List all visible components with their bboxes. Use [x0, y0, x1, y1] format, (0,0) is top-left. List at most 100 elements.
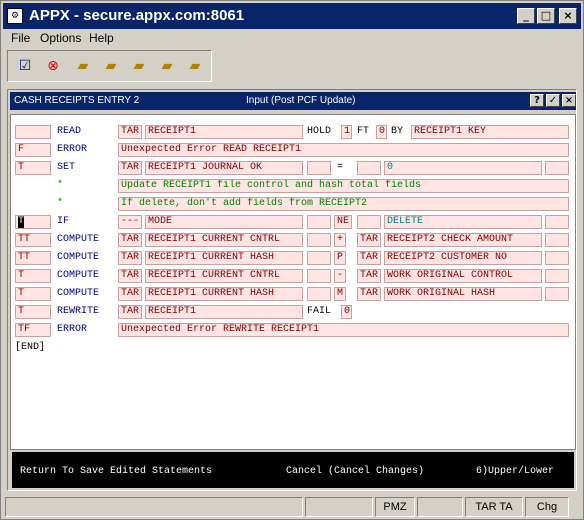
folder-up-icon[interactable]: ▰ [100, 56, 122, 76]
app-window: ⚙ APPX - secure.appx.com:8061 _ □ × File… [0, 0, 584, 520]
fail-field[interactable]: 0 [341, 305, 352, 319]
close-button[interactable]: × [559, 8, 577, 24]
occurrence-field[interactable] [307, 269, 331, 283]
field2-name[interactable]: WORK ORIGINAL HASH [384, 287, 542, 301]
field-name[interactable]: RECEIPT1 CURRENT HASH [145, 287, 303, 301]
menu-help[interactable]: Help [89, 31, 114, 45]
appl-field[interactable]: TAR [118, 287, 142, 301]
field-name[interactable]: RECEIPT1 CURRENT CNTRL [145, 233, 303, 247]
by-label: BY [391, 126, 404, 137]
field-name[interactable]: RECEIPT1 JOURNAL OK [145, 161, 303, 175]
comment-marker: * [57, 180, 64, 191]
check-icon[interactable]: ☑ [14, 56, 36, 76]
hold-label: HOLD [307, 126, 332, 137]
appl-field[interactable]: TAR [118, 125, 142, 139]
folder-new-icon[interactable]: ▰ [72, 56, 94, 76]
occurrence2-field[interactable] [545, 287, 569, 301]
appl-field[interactable]: TAR [118, 251, 142, 265]
upper-lower-hint[interactable]: 6)Upper/Lower [476, 466, 554, 477]
ft-label: FT [357, 126, 370, 137]
minimize-button[interactable]: _ [517, 8, 535, 24]
panel-close-button[interactable]: × [562, 94, 576, 107]
flag-field[interactable]: T [15, 287, 51, 301]
menu-file[interactable]: File [11, 31, 30, 45]
folder-open-icon[interactable]: ▰ [156, 56, 178, 76]
flag-field[interactable]: T [15, 161, 51, 175]
status-bar: PMZ TAR TA Chg [3, 497, 581, 517]
appl-field[interactable]: TAR [118, 233, 142, 247]
cancel-icon[interactable]: ⊗ [42, 56, 64, 76]
operator-field[interactable]: NE [334, 215, 352, 229]
appl2-field[interactable]: TAR [357, 287, 381, 301]
statement-keyword: ERROR [57, 324, 88, 335]
occurrence2-field[interactable] [545, 215, 569, 229]
operator-field[interactable]: P [334, 251, 346, 265]
folder-search-icon[interactable]: ▰ [128, 56, 150, 76]
appl-field[interactable]: TAR [118, 269, 142, 283]
fail-label: FAIL [307, 306, 332, 317]
field2-name[interactable]: RECEIPT2 CHECK AMOUNT [384, 233, 542, 247]
status-pmz: PMZ [375, 497, 415, 517]
flag-field[interactable]: TF [15, 323, 51, 337]
appl-field[interactable]: --- [118, 215, 142, 229]
occurrence2-field[interactable] [545, 161, 569, 175]
operator-field[interactable]: M [334, 287, 346, 301]
occurrence-field[interactable] [307, 251, 331, 265]
occurrence-field[interactable] [307, 287, 331, 301]
statement-keyword: REWRITE [57, 306, 100, 317]
field2-name[interactable]: WORK ORIGINAL CONTROL [384, 269, 542, 283]
field-name[interactable]: RECEIPT1 CURRENT CNTRL [145, 269, 303, 283]
value-field[interactable]: DELETE [384, 215, 542, 229]
ok-button[interactable]: ✓ [546, 94, 560, 107]
occurrence2-field[interactable] [545, 251, 569, 265]
function-key-bar: Return To Save Edited Statements Cancel … [12, 452, 574, 488]
statement-keyword: ERROR [57, 144, 88, 155]
menu-options[interactable]: Options [40, 31, 81, 45]
occurrence-field[interactable] [307, 233, 331, 247]
field-name[interactable]: RECEIPT1 [145, 125, 303, 139]
field-name[interactable]: RECEIPT1 [145, 305, 303, 319]
occurrence-field[interactable] [307, 215, 331, 229]
folder-delete-icon[interactable]: ▰ [184, 56, 206, 76]
statement-keyword: COMPUTE [57, 288, 100, 299]
field-name[interactable]: RECEIPT1 CURRENT HASH [145, 251, 303, 265]
comment-marker: * [57, 198, 64, 209]
appx-icon: ⚙ [7, 8, 23, 24]
hold-field[interactable]: 1 [341, 125, 352, 139]
flag-field[interactable] [15, 125, 51, 139]
field2-name[interactable]: RECEIPT2 CUSTOMER NO [384, 251, 542, 265]
appl2-field[interactable] [357, 161, 381, 175]
flag-field[interactable]: F [15, 143, 51, 157]
text-cursor: T [18, 216, 25, 228]
appl2-field[interactable]: TAR [357, 251, 381, 265]
occurrence-field[interactable] [307, 161, 331, 175]
flag-field[interactable]: TT [15, 233, 51, 247]
appl2-field[interactable]: TAR [357, 269, 381, 283]
maximize-button[interactable]: □ [537, 8, 555, 24]
appl-field[interactable]: TAR [118, 305, 142, 319]
field-name[interactable]: MODE [145, 215, 303, 229]
value-field[interactable]: 0 [384, 161, 542, 175]
error-text-field[interactable]: Unexpected Error READ RECEIPT1 [118, 143, 569, 157]
editor-panel: CASH RECEIPTS ENTRY 2 Input (Post PCF Up… [7, 89, 577, 491]
flag-field[interactable]: T [15, 215, 51, 229]
flag-field[interactable]: T [15, 269, 51, 283]
comment-field[interactable]: If delete, don't add fields from RECEIPT… [118, 197, 569, 211]
occurrence2-field[interactable] [545, 269, 569, 283]
cancel-hint[interactable]: Cancel (Cancel Changes) [286, 466, 424, 477]
operator-field[interactable]: + [334, 233, 346, 247]
appl2-field[interactable] [357, 215, 381, 229]
ft-field[interactable]: 0 [376, 125, 387, 139]
appl-field[interactable]: TAR [118, 161, 142, 175]
operator-field[interactable]: - [334, 269, 346, 283]
save-hint[interactable]: Return To Save Edited Statements [20, 466, 212, 477]
appl2-field[interactable]: TAR [357, 233, 381, 247]
flag-field[interactable]: T [15, 305, 51, 319]
help-button[interactable]: ? [530, 94, 544, 107]
end-marker: [END] [15, 342, 46, 353]
comment-field[interactable]: Update RECEIPT1 file control and hash to… [118, 179, 569, 193]
error-text-field[interactable]: Unexpected Error REWRITE RECEIPT1 [118, 323, 569, 337]
occurrence2-field[interactable] [545, 233, 569, 247]
flag-field[interactable]: TT [15, 251, 51, 265]
key-field[interactable]: RECEIPT1 KEY [411, 125, 569, 139]
